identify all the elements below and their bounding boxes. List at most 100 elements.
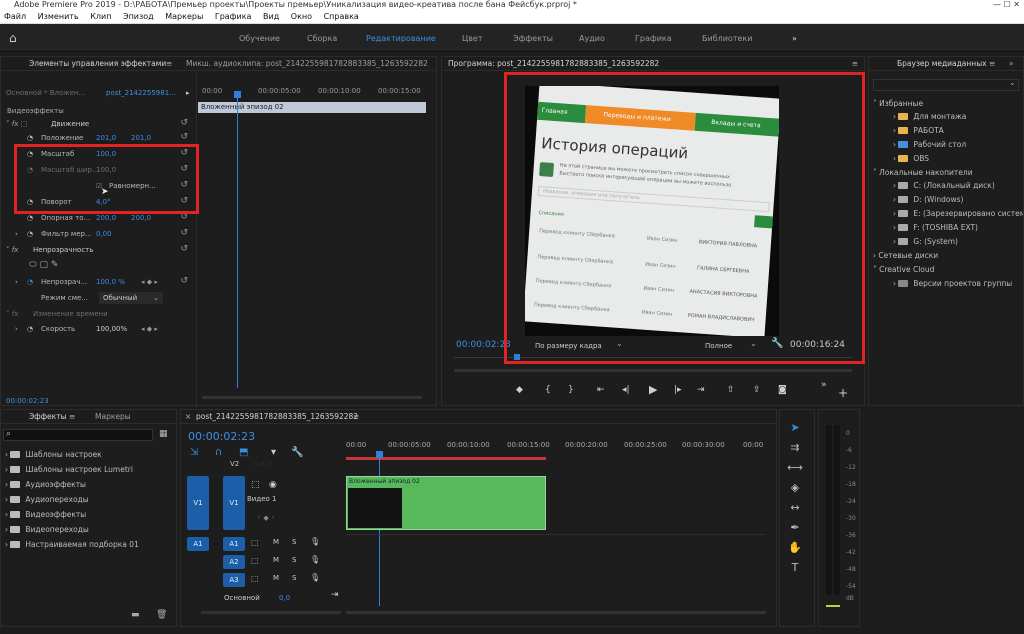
program-zoom-bar[interactable] xyxy=(454,369,852,372)
effects-category[interactable]: › Видеопереходы xyxy=(5,523,89,536)
video-frame[interactable]: Главная Переводы и платежи Вклады и счет… xyxy=(525,86,779,336)
clip-selector[interactable]: post_2142255981... xyxy=(106,87,176,99)
selection-tool-icon[interactable]: ➤ xyxy=(787,420,803,436)
panel-menu-icon[interactable]: ≡ xyxy=(69,410,75,424)
nested-clip-bar[interactable]: Вложенный эпизод 02 xyxy=(198,102,426,113)
tab-effect-controls[interactable]: Элементы управления эффектами xyxy=(29,57,166,71)
step-forward-icon[interactable]: |▸ xyxy=(674,385,682,395)
extract-icon[interactable]: ⇪ xyxy=(753,385,761,395)
fx-toggle-time[interactable]: ˅ fx xyxy=(6,308,18,320)
master-track-value[interactable]: 0,0 xyxy=(279,594,290,602)
fav-item[interactable]: › OBS xyxy=(893,152,929,165)
track-a2-target[interactable]: A2 xyxy=(223,555,245,569)
sync-lock-icon[interactable]: ⬚ xyxy=(251,574,259,583)
marker-icon[interactable]: ▾ xyxy=(271,447,276,458)
menu-clip[interactable]: Клип xyxy=(90,12,111,21)
workspace-color[interactable]: Цвет xyxy=(462,34,483,43)
panel-menu-icon[interactable]: ≡ xyxy=(852,57,858,71)
workspace-graphics[interactable]: Графика xyxy=(635,34,672,43)
stopwatch-icon[interactable]: ◔ xyxy=(27,132,33,144)
tab-program[interactable]: Программа: post_2142255981782883385_1263… xyxy=(448,59,659,68)
wrench-icon[interactable]: 🔧 xyxy=(771,338,783,349)
track-v1-keyframes[interactable]: ◦ ◆ ◦ xyxy=(257,514,275,522)
keyframe-nav[interactable]: ◂ ◆ ▸ xyxy=(141,276,158,288)
reset-flicker-icon[interactable]: ↺ xyxy=(180,228,188,238)
reset-motion-icon[interactable]: ↺ xyxy=(180,118,188,128)
mute-a3-button[interactable]: M xyxy=(273,574,279,582)
opacity-effect[interactable]: Непрозрачность xyxy=(33,244,93,256)
track-scrollbar[interactable] xyxy=(201,611,341,614)
play-clip-icon[interactable]: ▸ xyxy=(186,87,190,99)
fit-dropdown[interactable]: По размеру кадра xyxy=(530,340,628,352)
panel-menu-icon[interactable]: ≡ xyxy=(166,57,172,71)
lift-icon[interactable]: ⇧ xyxy=(727,385,735,395)
drive-item[interactable]: › G: (System) xyxy=(893,235,958,248)
solo-a3-button[interactable]: S xyxy=(292,574,296,582)
chevron-down-icon[interactable]: ⌄ xyxy=(1009,78,1016,87)
source-a1-button[interactable]: A1 xyxy=(187,537,209,551)
workspace-audio[interactable]: Аудио xyxy=(579,34,605,43)
camera-icon[interactable]: ◙ xyxy=(778,385,787,395)
playhead-handle[interactable] xyxy=(234,91,241,98)
reset-scale-icon[interactable]: ↺ xyxy=(180,148,188,158)
section-network[interactable]: › Сетевые диски xyxy=(873,249,938,262)
anchor-y-value[interactable]: 200,0 xyxy=(131,212,151,224)
tab-markers[interactable]: Маркеры xyxy=(95,410,131,424)
add-button-icon[interactable]: + xyxy=(838,386,848,400)
stopwatch-icon[interactable]: ◔ xyxy=(27,148,33,160)
meter-solo-buttons[interactable] xyxy=(826,605,840,607)
effects-category[interactable]: › Настраиваемая подборка 01 xyxy=(5,538,139,551)
mute-a2-button[interactable]: M xyxy=(273,556,279,564)
chevron-down-icon[interactable]: ⌄ xyxy=(616,339,623,348)
microphone-icon[interactable]: 🎙 xyxy=(310,537,320,546)
effects-category[interactable]: › Видеоэффекты xyxy=(5,508,86,521)
stopwatch-icon[interactable]: ◔ xyxy=(27,323,33,335)
add-marker-icon[interactable]: ⬒ xyxy=(239,447,248,458)
effect-controls-timecode[interactable]: 00:00:02:23 xyxy=(6,395,49,407)
program-current-timecode[interactable]: 00:00:02:23 xyxy=(456,340,511,350)
window-controls[interactable]: — ☐ ✕ xyxy=(993,0,1020,10)
microphone-icon[interactable]: 🎙 xyxy=(310,555,320,564)
workspace-libraries[interactable]: Библиотеки xyxy=(702,34,752,43)
home-icon[interactable]: ⌂ xyxy=(9,31,17,45)
timeline-zoom-scrollbar[interactable] xyxy=(346,611,766,614)
mark-out-icon[interactable]: } xyxy=(568,385,574,395)
time-remap-effect[interactable]: Изменение времени xyxy=(33,308,108,320)
browser-path-dropdown[interactable] xyxy=(873,79,1019,91)
position-y-value[interactable]: 201,0 xyxy=(131,132,151,144)
drive-item[interactable]: › D: (Windows) xyxy=(893,193,963,206)
keyframe-nav[interactable]: ◂ ◆ ▸ xyxy=(141,323,158,335)
type-tool-icon[interactable]: T xyxy=(787,560,803,576)
play-icon[interactable]: ▶ xyxy=(649,383,657,396)
drive-item[interactable]: › C: (Локальный диск) xyxy=(893,179,995,192)
timeline-timecode[interactable]: 00:00:02:23 xyxy=(188,430,255,443)
effects-category[interactable]: › Шаблоны настроек xyxy=(5,448,102,461)
add-marker-icon[interactable]: ◆ xyxy=(516,385,523,395)
mark-in-icon[interactable]: { xyxy=(545,385,551,395)
master-clip-label[interactable]: Основной * Вложен... xyxy=(6,87,85,99)
sync-lock-icon[interactable]: ⬚ xyxy=(251,556,259,565)
go-to-out-icon[interactable]: ⇥ xyxy=(697,385,705,395)
more-icon[interactable]: » xyxy=(1009,57,1014,71)
effects-category[interactable]: › Аудиоэффекты xyxy=(5,478,86,491)
fav-item[interactable]: › Рабочий стол xyxy=(893,138,966,151)
slip-tool-icon[interactable]: ↔ xyxy=(787,500,803,516)
ripple-edit-tool-icon[interactable]: ⟷ xyxy=(787,460,803,476)
hand-tool-icon[interactable]: ✋ xyxy=(787,540,803,556)
stopwatch-icon[interactable]: ◔ xyxy=(27,276,33,288)
reset-opacity-value-icon[interactable]: ↺ xyxy=(180,276,188,286)
menu-sequence[interactable]: Эпизод xyxy=(123,12,154,21)
delete-icon[interactable]: 🗑 xyxy=(156,610,167,620)
tab-audio-mixer[interactable]: Микш. аудиоклипа: post_21422559817828833… xyxy=(186,57,436,71)
workspace-effects[interactable]: Эффекты xyxy=(513,34,553,43)
fav-item[interactable]: › Для монтажа xyxy=(893,110,966,123)
anchor-x-value[interactable]: 200,0 xyxy=(96,212,116,224)
tab-effects[interactable]: Эффекты xyxy=(29,410,67,424)
track-v2-controls[interactable]: ◦ ◦ ◦ xyxy=(253,460,272,469)
rotation-value[interactable]: 4,0° xyxy=(96,196,111,208)
effects-category[interactable]: › Аудиопереходы xyxy=(5,493,89,506)
menu-file[interactable]: Файл xyxy=(4,12,26,21)
expand-controls-icon[interactable]: » xyxy=(821,380,827,390)
effects-category[interactable]: › Шаблоны настроек Lumetri xyxy=(5,463,133,476)
linked-selection-icon[interactable]: ∩ xyxy=(215,447,222,458)
